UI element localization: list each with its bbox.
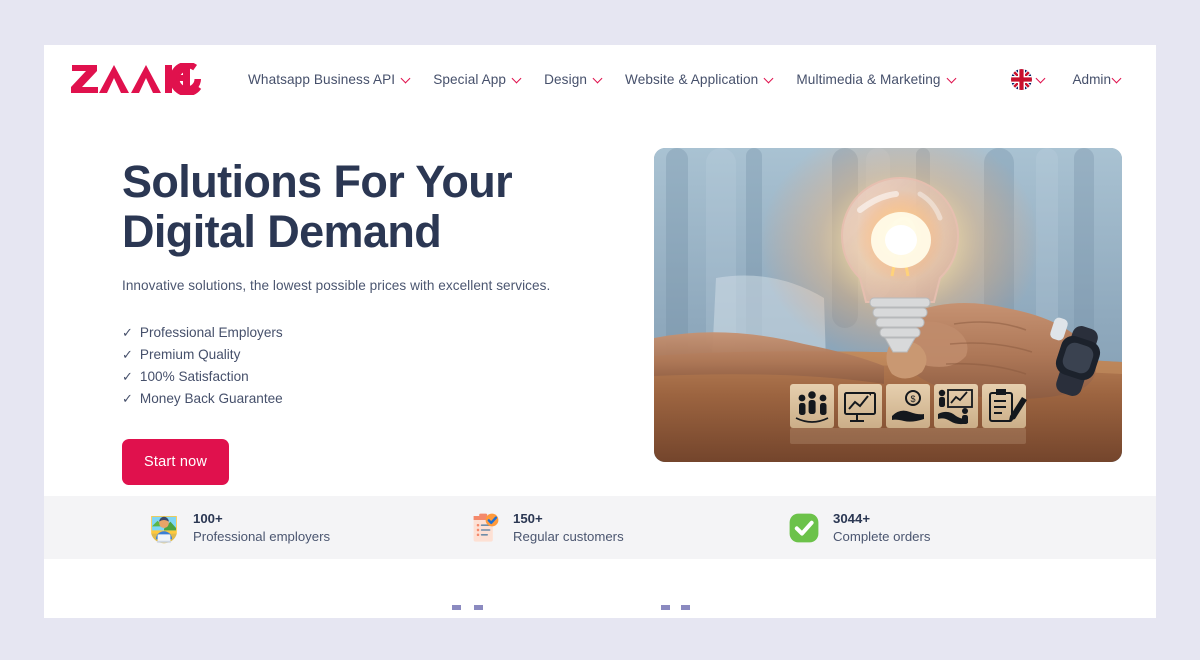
chevron-down-icon: [513, 75, 522, 84]
nav-item-multimedia-marketing[interactable]: Multimedia & Marketing: [785, 66, 967, 93]
check-icon: ✓: [122, 325, 133, 340]
wooden-blocks: $: [790, 384, 1027, 444]
stat-label: Professional employers: [193, 528, 331, 544]
partial-mark: [681, 605, 690, 610]
chevron-down-icon: [1113, 75, 1122, 84]
stat-complete-orders: 3044+ Complete orders: [788, 510, 930, 546]
hero-copy: Solutions For Your Digital Demand Innova…: [122, 143, 614, 485]
list-item: ✓ Money Back Guarantee: [122, 388, 614, 410]
stat-professional-employers: 100+ Professional employers: [148, 510, 468, 546]
admin-account-menu[interactable]: Admin: [1072, 72, 1122, 87]
feature-label: Professional Employers: [139, 325, 283, 340]
partial-mark: [452, 605, 461, 610]
hero-subtitle: Innovative solutions, the lowest possibl…: [122, 278, 551, 293]
stat-value: 150+: [513, 510, 543, 526]
list-item: ✓ Premium Quality: [122, 344, 614, 366]
chevron-down-icon: [948, 75, 957, 84]
feature-label: Premium Quality: [139, 347, 241, 362]
nav-item-website-application[interactable]: Website & Application: [614, 66, 785, 93]
admin-label: Admin: [1072, 71, 1111, 87]
uk-flag-icon: [1011, 68, 1033, 90]
hero-title-line-1: Solutions For Your: [122, 156, 513, 207]
chevron-down-icon: [594, 75, 603, 84]
hero-image-container: $: [654, 143, 1122, 485]
hero-feature-list: ✓ Professional Employers ✓ Premium Quali…: [122, 322, 614, 410]
svg-text:$: $: [910, 394, 915, 404]
nav-item-label: Design: [544, 71, 588, 87]
feature-label: 100% Satisfaction: [139, 369, 249, 384]
lightbulb-photo-illustration: $: [654, 148, 1122, 462]
stat-text: 150+ Regular customers: [513, 510, 624, 546]
check-icon: ✓: [122, 391, 133, 406]
site-header: Whatsapp Business API Special App Design…: [44, 45, 1156, 113]
nav-item-label: Multimedia & Marketing: [796, 71, 941, 87]
list-item: ✓ Professional Employers: [122, 322, 614, 344]
below-fold-section: [44, 559, 1156, 618]
nav-item-design[interactable]: Design: [533, 66, 614, 93]
nav-item-label: Website & Application: [625, 71, 759, 87]
feature-label: Money Back Guarantee: [139, 391, 283, 406]
nav-item-label: Special App: [433, 71, 507, 87]
list-item: ✓ 100% Satisfaction: [122, 366, 614, 388]
zaaho-logo-icon: [71, 63, 203, 95]
hero-section: Solutions For Your Digital Demand Innova…: [44, 113, 1156, 485]
stat-regular-customers: 150+ Regular customers: [468, 510, 788, 546]
nav-item-label: Whatsapp Business API: [248, 71, 396, 87]
nav-item-special-app[interactable]: Special App: [422, 66, 533, 93]
chevron-down-icon: [765, 75, 774, 84]
main-navigation: Whatsapp Business API Special App Design…: [237, 66, 1011, 93]
hero-title-line-2: Digital Demand: [122, 205, 442, 257]
partial-mark: [474, 605, 483, 610]
nav-item-whatsapp-business-api[interactable]: Whatsapp Business API: [237, 66, 422, 93]
check-icon: ✓: [122, 347, 133, 362]
stat-text: 100+ Professional employers: [193, 510, 330, 546]
stat-value: 3044+: [833, 510, 871, 526]
partial-content-marks: [44, 605, 1156, 617]
check-icon: ✓: [122, 369, 133, 384]
stat-label: Regular customers: [513, 528, 624, 544]
stats-band: 100+ Professional employers 150+ Regular…: [44, 496, 1156, 559]
professional-employers-icon: [151, 515, 177, 543]
site-page-card: Whatsapp Business API Special App Design…: [44, 45, 1156, 618]
hero-image: $: [654, 148, 1122, 462]
chevron-down-icon: [1037, 75, 1046, 84]
clipboard-check-icon: [473, 513, 499, 542]
green-check-icon: [789, 513, 819, 542]
stat-text: 3044+ Complete orders: [833, 510, 930, 546]
page-title: Solutions For Your Digital Demand: [122, 157, 614, 256]
start-now-button[interactable]: Start now: [122, 439, 230, 485]
chevron-down-icon: [402, 75, 411, 84]
header-right-cluster: Admin: [1011, 68, 1122, 90]
stat-label: Complete orders: [833, 528, 931, 544]
partial-mark: [661, 605, 670, 610]
brand-logo[interactable]: [70, 59, 203, 99]
stat-value: 100+: [193, 510, 223, 526]
language-selector[interactable]: [1011, 68, 1046, 90]
